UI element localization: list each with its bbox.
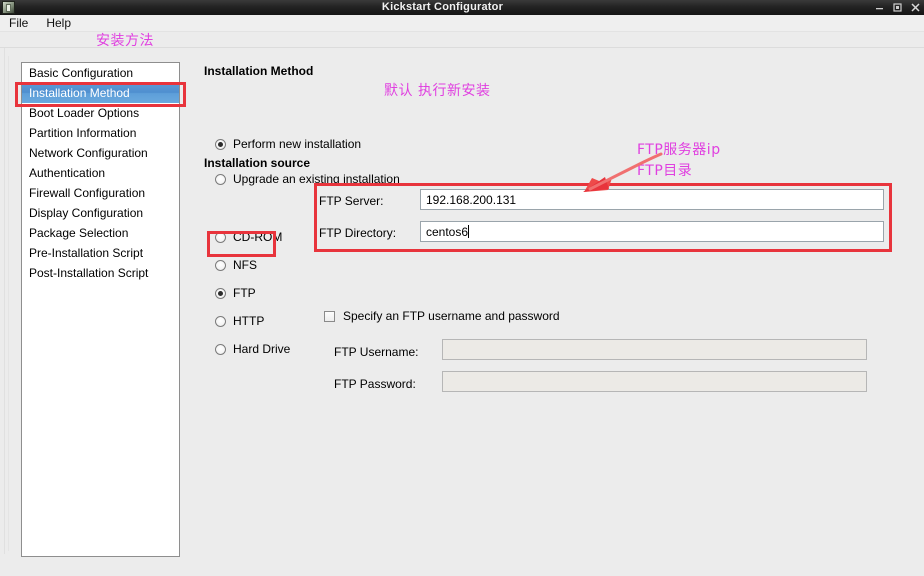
ftp-directory-input[interactable]: centos6: [420, 221, 884, 242]
ftp-directory-value: centos6: [426, 224, 469, 239]
window-body: Basic Configuration Installation Method …: [0, 48, 924, 576]
sidebar-item-post-installation-script[interactable]: Post-Installation Script: [22, 263, 179, 283]
sidebar-item-authentication[interactable]: Authentication: [22, 163, 179, 183]
sidebar-item-pre-installation-script[interactable]: Pre-Installation Script: [22, 243, 179, 263]
ftp-username-label: FTP Username:: [334, 345, 419, 359]
installation-source-heading: Installation source: [204, 156, 311, 170]
ftp-server-label: FTP Server:: [319, 194, 384, 208]
ftp-directory-label: FTP Directory:: [319, 226, 397, 240]
radio-label-perform-new-installation: Perform new installation: [233, 137, 362, 151]
radio-cdrom[interactable]: CD-ROM: [215, 230, 282, 244]
app-icon: [2, 1, 15, 14]
annotation-directory-note: FTP目录: [637, 163, 693, 179]
radio-label-nfs: NFS: [233, 258, 257, 272]
radio-indicator-off-icon: [215, 231, 226, 243]
radio-label-upgrade-existing-installation: Upgrade an existing installation: [233, 172, 400, 186]
installation-method-heading: Installation Method: [204, 64, 314, 78]
radio-indicator-off-icon: [215, 259, 226, 271]
window-titlebar: Kickstart Configurator: [0, 0, 924, 15]
ftp-password-input[interactable]: [442, 371, 867, 392]
radio-nfs[interactable]: NFS: [215, 258, 257, 272]
sidebar-item-basic-configuration[interactable]: Basic Configuration: [22, 63, 179, 83]
menu-item-help[interactable]: Help: [37, 15, 80, 32]
window-title: Kickstart Configurator: [381, 1, 504, 13]
ftp-username-input[interactable]: [442, 339, 867, 360]
radio-label-ftp: FTP: [233, 286, 256, 300]
sidebar-item-package-selection[interactable]: Package Selection: [22, 223, 179, 243]
radio-upgrade-existing-installation[interactable]: Upgrade an existing installation: [215, 172, 400, 186]
main-panel: Installation Method Perform new installa…: [204, 48, 918, 576]
sidebar-list[interactable]: Basic Configuration Installation Method …: [21, 62, 180, 557]
checkbox-label-specify-ftp-credentials: Specify an FTP username and password: [343, 309, 560, 323]
radio-indicator-off-icon: [215, 315, 226, 327]
radio-indicator-off-icon: [215, 173, 226, 185]
minimize-icon[interactable]: [870, 0, 888, 15]
menu-item-file[interactable]: File: [0, 15, 37, 32]
radio-http[interactable]: HTTP: [215, 314, 264, 328]
sidebar-item-display-configuration[interactable]: Display Configuration: [22, 203, 179, 223]
sidebar-item-firewall-configuration[interactable]: Firewall Configuration: [22, 183, 179, 203]
ftp-password-label: FTP Password:: [334, 377, 416, 391]
sidebar-item-boot-loader-options[interactable]: Boot Loader Options: [22, 103, 179, 123]
radio-indicator-on-icon: [215, 287, 226, 299]
radio-label-cdrom: CD-ROM: [233, 230, 283, 244]
text-caret: [468, 225, 470, 238]
annotation-default-note: 默认 执行新安装: [384, 83, 491, 99]
radio-label-http: HTTP: [233, 314, 265, 328]
radio-perform-new-installation[interactable]: Perform new installation: [215, 137, 361, 151]
maximize-icon[interactable]: [888, 0, 906, 15]
left-divider-secondary: [8, 56, 9, 551]
radio-ftp[interactable]: FTP: [215, 286, 256, 300]
checkbox-indicator-icon: [324, 310, 335, 322]
radio-indicator-off-icon: [215, 343, 226, 355]
radio-indicator-on-icon: [215, 138, 226, 150]
sidebar-item-installation-method[interactable]: Installation Method: [22, 83, 179, 103]
sidebar-item-network-configuration[interactable]: Network Configuration: [22, 143, 179, 163]
ftp-server-input[interactable]: 192.168.200.131: [420, 189, 884, 210]
close-icon[interactable]: [906, 0, 924, 15]
annotation-server-note: FTP服务器ip: [637, 142, 721, 158]
radio-hard-drive[interactable]: Hard Drive: [215, 342, 290, 356]
ftp-server-value: 192.168.200.131: [426, 192, 517, 207]
annotation-method-note: 安装方法: [96, 33, 154, 49]
radio-label-hard-drive: Hard Drive: [233, 342, 291, 356]
checkbox-specify-ftp-credentials[interactable]: Specify an FTP username and password: [324, 309, 560, 323]
sidebar-item-partition-information[interactable]: Partition Information: [22, 123, 179, 143]
left-divider: [4, 48, 5, 554]
